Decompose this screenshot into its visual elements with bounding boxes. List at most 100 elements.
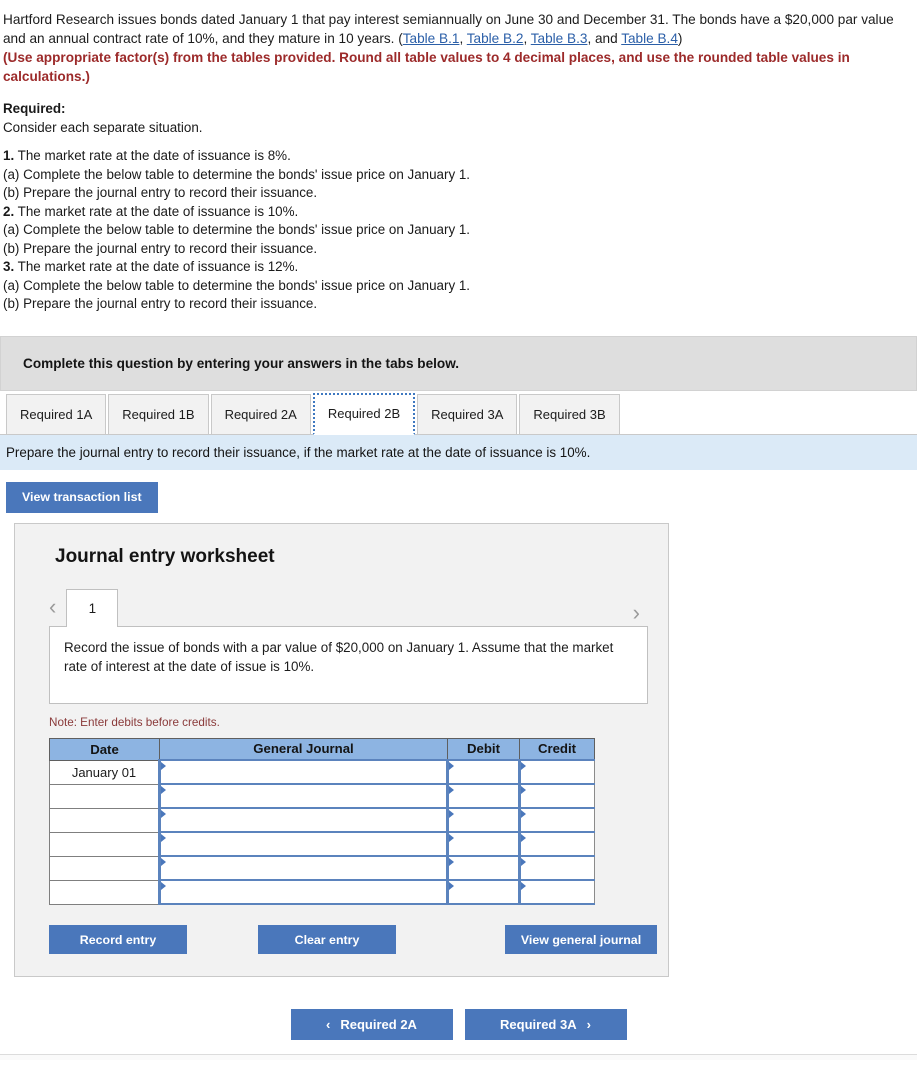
tab-required-2b[interactable]: Required 2B bbox=[312, 392, 416, 435]
dropdown-triangle-icon bbox=[161, 786, 166, 794]
required-item-text: The market rate at the date of issuance … bbox=[14, 203, 299, 219]
cell-date[interactable] bbox=[49, 831, 160, 857]
required-item-text: (a) Complete the below table to determin… bbox=[3, 277, 471, 293]
dropdown-triangle-icon bbox=[449, 882, 454, 890]
dropdown-triangle-icon bbox=[449, 762, 454, 770]
record-entry-button[interactable]: Record entry bbox=[49, 925, 187, 954]
required-item-text: (b) Prepare the journal entry to record … bbox=[3, 240, 318, 256]
link-separator-2: , bbox=[523, 31, 531, 46]
cell-debit[interactable] bbox=[446, 855, 520, 881]
dropdown-triangle-icon bbox=[521, 858, 526, 866]
cell-credit[interactable] bbox=[518, 831, 595, 857]
table-b2-link[interactable]: Table B.2 bbox=[467, 31, 524, 46]
cell-date[interactable] bbox=[49, 879, 160, 905]
worksheet-title: Journal entry worksheet bbox=[55, 545, 275, 567]
prev-required-2a-button[interactable]: ‹ Required 2A bbox=[290, 1009, 453, 1040]
tab-required-3b[interactable]: Required 3B bbox=[519, 393, 620, 434]
required-item: 3. The market rate at the date of issuan… bbox=[3, 258, 903, 277]
column-header-general-journal: General Journal bbox=[159, 737, 448, 761]
cell-credit[interactable] bbox=[518, 759, 595, 785]
required-section: Required: Consider each separate situati… bbox=[0, 100, 917, 314]
required-item-number: 2. bbox=[3, 203, 15, 219]
required-item-text: (a) Complete the below table to determin… bbox=[3, 166, 471, 182]
tab-required-1a[interactable]: Required 1A bbox=[6, 393, 107, 434]
cell-date[interactable] bbox=[49, 783, 160, 809]
dropdown-triangle-icon bbox=[521, 882, 526, 890]
required-item-number: 3. bbox=[3, 259, 15, 274]
footer-divider bbox=[0, 1054, 917, 1060]
cell-debit[interactable] bbox=[446, 783, 520, 809]
cell-date[interactable] bbox=[49, 807, 160, 833]
table-row bbox=[49, 831, 595, 857]
required-item-text: (b) Prepare the journal entry to record … bbox=[3, 185, 318, 200]
required-item: 2. The market rate at the date of issuan… bbox=[3, 203, 903, 222]
chevron-left-icon: ‹ bbox=[326, 1017, 331, 1032]
worksheet-actions: Record entry Clear entry View general jo… bbox=[49, 925, 657, 954]
view-general-journal-button[interactable]: View general journal bbox=[505, 925, 657, 954]
view-transaction-list-button[interactable]: View transaction list bbox=[6, 481, 158, 513]
required-tabs: Required 1A Required 1B Required 2A Requ… bbox=[0, 390, 917, 435]
dropdown-triangle-icon bbox=[521, 762, 526, 770]
dropdown-triangle-icon bbox=[449, 810, 454, 818]
dropdown-triangle-icon bbox=[161, 882, 166, 890]
worksheet-page-tab-1[interactable]: 1 bbox=[66, 588, 119, 627]
cell-date[interactable] bbox=[49, 855, 160, 881]
dropdown-triangle-icon bbox=[521, 834, 526, 842]
transaction-toolbar: View transaction list bbox=[0, 470, 917, 523]
required-item: 1. The market rate at the date of issuan… bbox=[3, 147, 903, 166]
link-separator-3: , and bbox=[587, 31, 622, 46]
worksheet-pager: ‹ 1 › bbox=[35, 588, 648, 627]
chevron-right-icon[interactable]: › bbox=[633, 601, 640, 624]
required-item: (a) Complete the below table to determin… bbox=[3, 277, 903, 296]
required-subtitle: Consider each separate situation. bbox=[3, 119, 203, 135]
required-item-number: 1. bbox=[3, 148, 15, 163]
required-item: (a) Complete the below table to determin… bbox=[3, 221, 903, 240]
cell-credit[interactable] bbox=[518, 783, 595, 809]
journal-entry-worksheet-panel: Journal entry worksheet ‹ 1 › Record the… bbox=[14, 522, 669, 977]
cell-general-journal[interactable] bbox=[158, 831, 448, 857]
cell-debit[interactable] bbox=[446, 831, 520, 857]
journal-entry-table: Date General Journal Debit Credit Januar… bbox=[49, 737, 595, 905]
table-row bbox=[49, 879, 595, 905]
table-b4-link[interactable]: Table B.4 bbox=[621, 31, 678, 46]
dropdown-triangle-icon bbox=[161, 858, 166, 866]
clear-entry-button[interactable]: Clear entry bbox=[258, 925, 396, 954]
problem-emphasis-note: (Use appropriate factor(s) from the tabl… bbox=[3, 50, 850, 84]
worksheet-description: Record the issue of bonds with a par val… bbox=[49, 625, 648, 704]
cell-credit[interactable] bbox=[518, 807, 595, 833]
dropdown-triangle-icon bbox=[161, 810, 166, 818]
chevron-left-icon[interactable]: ‹ bbox=[49, 595, 66, 626]
cell-credit[interactable] bbox=[518, 879, 595, 905]
tab-instruction-banner: Prepare the journal entry to record thei… bbox=[0, 434, 917, 470]
link-separator-1: , bbox=[459, 31, 467, 46]
table-b3-link[interactable]: Table B.3 bbox=[531, 31, 588, 46]
dropdown-triangle-icon bbox=[161, 762, 166, 770]
required-item: (b) Prepare the journal entry to record … bbox=[3, 295, 903, 314]
next-button-label: Required 3A bbox=[500, 1017, 577, 1032]
column-header-date: Date bbox=[49, 737, 160, 761]
tab-required-3a[interactable]: Required 3A bbox=[417, 393, 518, 434]
table-b1-link[interactable]: Table B.1 bbox=[403, 31, 460, 46]
dropdown-triangle-icon bbox=[161, 834, 166, 842]
cell-debit[interactable] bbox=[446, 879, 520, 905]
prev-button-label: Required 2A bbox=[340, 1017, 417, 1032]
tab-required-1b[interactable]: Required 1B bbox=[108, 393, 209, 434]
cell-general-journal[interactable] bbox=[158, 783, 448, 809]
cell-general-journal[interactable] bbox=[158, 855, 448, 881]
tab-required-2a[interactable]: Required 2A bbox=[210, 393, 311, 434]
cell-debit[interactable] bbox=[446, 807, 520, 833]
dropdown-triangle-icon bbox=[449, 858, 454, 866]
dropdown-triangle-icon bbox=[521, 786, 526, 794]
required-heading: Required: bbox=[3, 101, 66, 116]
cell-general-journal[interactable] bbox=[158, 807, 448, 833]
footer-navigation: ‹ Required 2A Required 3A › bbox=[0, 977, 917, 1054]
next-required-3a-button[interactable]: Required 3A › bbox=[464, 1009, 627, 1040]
required-item-text: The market rate at the date of issuance … bbox=[14, 148, 291, 163]
column-header-debit: Debit bbox=[447, 737, 520, 761]
cell-credit[interactable] bbox=[518, 855, 595, 881]
dropdown-triangle-icon bbox=[449, 834, 454, 842]
cell-general-journal[interactable] bbox=[158, 759, 448, 785]
cell-date[interactable]: January 01 bbox=[49, 759, 160, 785]
cell-debit[interactable] bbox=[446, 759, 520, 785]
cell-general-journal[interactable] bbox=[158, 879, 448, 905]
